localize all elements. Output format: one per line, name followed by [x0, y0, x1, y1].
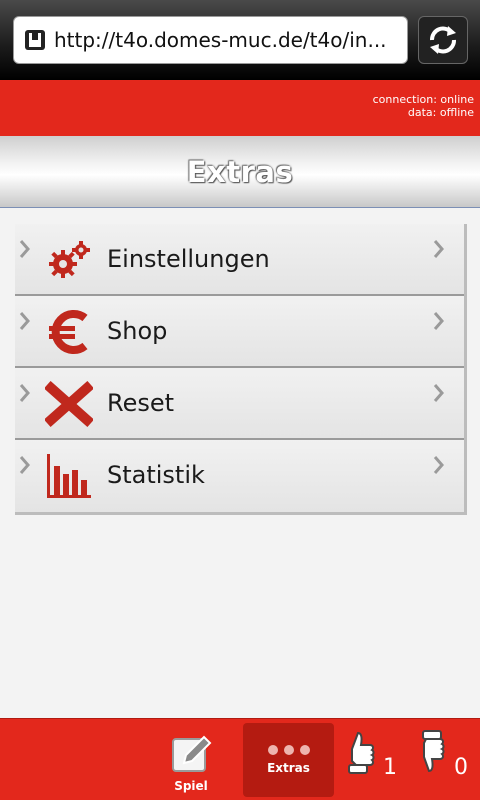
- more-dots-icon: [267, 745, 310, 755]
- chevron-right-icon: [433, 456, 444, 474]
- menu-item-label: Einstellungen: [107, 245, 270, 273]
- url-field[interactable]: http://t4o.domes-muc.de/t4o/in...: [13, 16, 408, 64]
- bottom-tab-bar: Spiel Extras 1 0: [0, 718, 480, 800]
- chevron-right-icon: [19, 240, 30, 258]
- chevron-right-icon: [19, 384, 30, 402]
- edit-icon: [172, 735, 212, 772]
- menu-item-label: Statistik: [107, 461, 205, 489]
- refresh-button[interactable]: [418, 16, 468, 64]
- thumbs-up-count: 1: [383, 755, 397, 780]
- url-text: http://t4o.domes-muc.de/t4o/in...: [54, 28, 387, 52]
- tab-label: Extras: [267, 761, 310, 775]
- extras-menu-list: Einstellungen Shop Reset Statistik: [15, 224, 467, 515]
- chevron-right-icon: [433, 312, 444, 330]
- status-bar: connection: online data: offline: [0, 80, 480, 136]
- connection-status: connection: online: [372, 93, 474, 106]
- page-header: Extras: [0, 136, 480, 208]
- menu-item-einstellungen[interactable]: Einstellungen: [15, 224, 464, 296]
- refresh-icon: [430, 26, 456, 54]
- tab-spiel[interactable]: Spiel: [160, 723, 222, 797]
- data-status: data: offline: [407, 106, 474, 119]
- thumbs-down-count: 0: [454, 755, 468, 780]
- page-favicon-icon: [25, 30, 45, 50]
- tab-extras[interactable]: Extras: [243, 723, 334, 797]
- menu-item-label: Shop: [107, 317, 168, 345]
- chevron-right-icon: [433, 384, 444, 402]
- menu-item-reset[interactable]: Reset: [15, 368, 464, 440]
- x-icon: [45, 380, 93, 428]
- bar-chart-icon: [47, 454, 91, 498]
- gears-icon: [49, 241, 90, 278]
- menu-item-shop[interactable]: Shop: [15, 296, 464, 368]
- menu-item-label: Reset: [107, 389, 175, 417]
- tab-label: Spiel: [174, 779, 208, 793]
- browser-toolbar: http://t4o.domes-muc.de/t4o/in...: [0, 0, 480, 80]
- chevron-right-icon: [433, 240, 444, 258]
- thumbs-down-icon[interactable]: [418, 729, 448, 777]
- thumbs-up-icon[interactable]: [346, 729, 376, 777]
- euro-icon: [49, 310, 88, 354]
- page-title: Extras: [186, 154, 294, 189]
- chevron-right-icon: [19, 456, 30, 474]
- chevron-right-icon: [19, 312, 30, 330]
- menu-item-statistik[interactable]: Statistik: [15, 440, 464, 512]
